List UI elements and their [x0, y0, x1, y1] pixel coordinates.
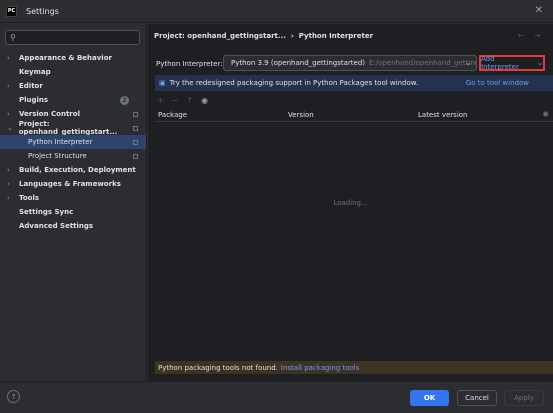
chevron-right-icon: › — [7, 180, 10, 188]
banner-text: Try the redesigned packaging support in … — [169, 79, 419, 87]
sidebar-item-label: Build, Execution, Deployment — [19, 166, 136, 174]
sidebar-item-editor[interactable]: › Editor — [0, 79, 146, 93]
sidebar-item-appearance[interactable]: › Appearance & Behavior — [0, 51, 146, 65]
install-packaging-tools-link[interactable]: Install packaging tools — [281, 364, 360, 372]
sidebar-item-version-control[interactable]: › Version Control — [0, 107, 146, 121]
packaging-tools-warning: Python packaging tools not found. Instal… — [155, 361, 553, 374]
sidebar-item-keymap[interactable]: Keymap — [0, 65, 146, 79]
window-title: Settings — [26, 6, 59, 16]
sidebar-item-languages[interactable]: › Languages & Frameworks — [0, 177, 146, 191]
chevron-right-icon: › — [7, 194, 10, 202]
project-scope-icon — [133, 153, 138, 159]
close-icon[interactable]: ✕ — [535, 5, 543, 16]
remove-package-icon[interactable]: − — [172, 96, 179, 105]
sidebar-item-tools[interactable]: › Tools — [0, 191, 146, 205]
breadcrumb-project[interactable]: Project: openhand_gettingstart... — [154, 32, 286, 40]
breadcrumb-page: Python Interpreter — [298, 32, 374, 40]
sidebar-item-label: Settings Sync — [19, 208, 74, 216]
chevron-right-icon: › — [7, 166, 10, 174]
packages-table-header: Package Version Latest version ✺ — [155, 110, 553, 122]
sidebar-item-advanced-settings[interactable]: Advanced Settings — [0, 219, 146, 233]
chevron-right-icon: › — [7, 82, 10, 90]
eye-icon[interactable]: ◉ — [201, 96, 208, 105]
settings-tree: › Appearance & Behavior Keymap › Editor … — [0, 51, 146, 233]
sidebar-item-label: Version Control — [19, 110, 80, 118]
interpreter-label: Python Interpreter: — [156, 60, 223, 68]
title-bar: PC Settings ✕ — [0, 0, 553, 23]
dialog-button-bar: ? OK Cancel Apply — [0, 381, 553, 413]
help-icon[interactable]: ? — [7, 390, 20, 403]
settings-sidebar: ⚲ › Appearance & Behavior Keymap › Edito… — [0, 24, 147, 381]
column-header-version[interactable]: Version — [288, 111, 314, 119]
sidebar-item-label: Project: openhand_gettingstart... — [18, 120, 118, 136]
ok-button[interactable]: OK — [410, 390, 449, 406]
search-input[interactable]: ⚲ — [5, 30, 140, 45]
sidebar-item-label: Python Interpreter — [28, 138, 93, 146]
sidebar-item-project[interactable]: ⌄ Project: openhand_gettingstart... — [0, 120, 146, 136]
breadcrumb: Project: openhand_gettingstart... › Pyth… — [154, 32, 373, 40]
chevron-down-icon: ⌄ — [7, 124, 13, 132]
sidebar-item-project-structure[interactable]: Project Structure — [0, 149, 146, 163]
upgrade-package-icon[interactable]: ↑ — [186, 96, 193, 105]
add-interpreter-button[interactable]: Add Interpreter ⌄ — [479, 55, 545, 71]
sidebar-item-label: Languages & Frameworks — [19, 180, 121, 188]
interpreter-path: E:/openhand/openhand_gettingst — [369, 59, 477, 67]
sidebar-item-python-interpreter[interactable]: Python Interpreter — [0, 135, 146, 149]
sidebar-item-label: Appearance & Behavior — [19, 54, 112, 62]
chevron-down-icon: ⌄ — [537, 59, 543, 67]
loading-text: Loading... — [333, 199, 368, 207]
sidebar-item-label: Editor — [19, 82, 43, 90]
sidebar-item-settings-sync[interactable]: Settings Sync — [0, 205, 146, 219]
chevron-right-icon: › — [7, 54, 10, 62]
sidebar-item-plugins[interactable]: Plugins 2 — [0, 93, 146, 107]
update-count-badge: 2 — [120, 95, 129, 105]
add-interpreter-label: Add Interpreter — [481, 55, 519, 71]
add-package-icon[interactable]: + — [157, 96, 164, 105]
chevron-down-icon: ⌄ — [465, 58, 472, 67]
interpreter-name: Python 3.9 (openhand_gettingstarted) — [231, 59, 366, 67]
loading-spinner-icon: ✺ — [542, 110, 549, 119]
chevron-right-icon: › — [7, 110, 10, 118]
app-logo-icon: PC — [6, 5, 17, 17]
project-scope-icon — [133, 139, 138, 145]
apply-button[interactable]: Apply — [504, 390, 544, 406]
history-nav: ← → — [518, 31, 541, 40]
search-icon: ⚲ — [10, 33, 16, 42]
interpreter-select[interactable]: Python 3.9 (openhand_gettingstarted) E:/… — [223, 55, 477, 71]
packaging-banner: ▣ Try the redesigned packaging support i… — [155, 75, 553, 91]
breadcrumb-separator: › — [290, 32, 294, 40]
go-to-tool-window-link[interactable]: Go to tool window — [466, 79, 529, 87]
settings-content: Project: openhand_gettingstart... › Pyth… — [148, 24, 553, 381]
column-header-package[interactable]: Package — [158, 111, 187, 119]
packages-toolbar: + − ↑ ◉ — [157, 96, 208, 105]
sidebar-item-label: Project Structure — [28, 152, 87, 160]
project-scope-icon — [133, 125, 138, 131]
project-scope-icon — [133, 111, 138, 117]
warning-text: Python packaging tools not found. — [158, 363, 278, 372]
forward-arrow-icon[interactable]: → — [534, 31, 541, 40]
sidebar-item-label: Tools — [19, 194, 40, 202]
package-icon: ▣ — [159, 79, 166, 87]
sidebar-item-build[interactable]: › Build, Execution, Deployment — [0, 163, 146, 177]
cancel-button[interactable]: Cancel — [457, 390, 497, 406]
column-header-latest-version[interactable]: Latest version — [418, 111, 468, 119]
back-arrow-icon[interactable]: ← — [518, 31, 525, 40]
sidebar-item-label: Plugins — [19, 96, 49, 104]
sidebar-item-label: Keymap — [19, 68, 51, 76]
sidebar-item-label: Advanced Settings — [19, 222, 94, 230]
